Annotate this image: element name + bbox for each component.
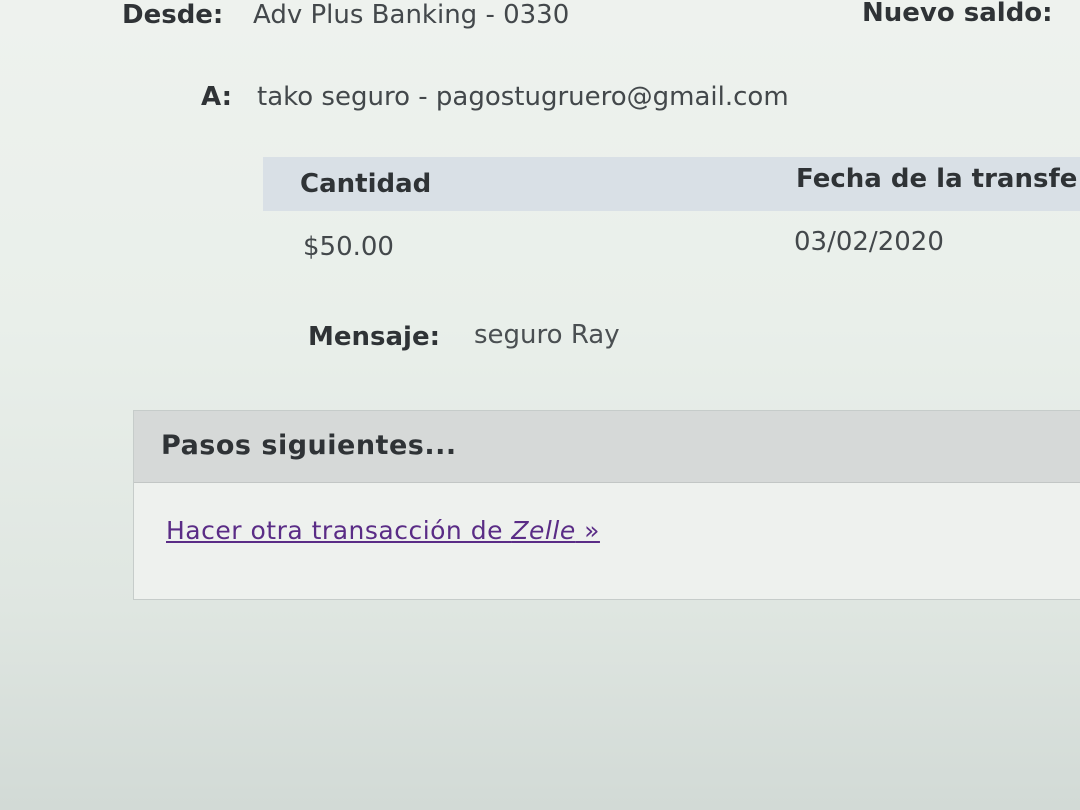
message-label: Mensaje: (308, 322, 440, 352)
chevron-right-icon: » (575, 516, 600, 545)
message-value: seguro Ray (474, 320, 620, 350)
from-account-value: Adv Plus Banking - 0330 (253, 0, 570, 30)
column-header-amount: Cantidad (300, 169, 432, 199)
next-steps-title: Pasos siguientes... (161, 430, 457, 461)
new-zelle-transaction-link[interactable]: Hacer otra transacción de Zelle » (166, 516, 600, 545)
zelle-brand-text: Zelle (511, 516, 576, 545)
link-text: Hacer otra transacción de (166, 516, 512, 545)
from-label: Desde: (122, 0, 224, 30)
to-label: A: (201, 82, 233, 112)
column-header-transfer-date: Fecha de la transfe (796, 164, 1078, 194)
amount-value: $50.00 (303, 232, 394, 262)
transfer-date-value: 03/02/2020 (794, 227, 944, 257)
recipient-value: tako seguro - pagostugruero@gmail.com (257, 82, 789, 112)
new-balance-label: Nuevo saldo: (862, 0, 1053, 28)
